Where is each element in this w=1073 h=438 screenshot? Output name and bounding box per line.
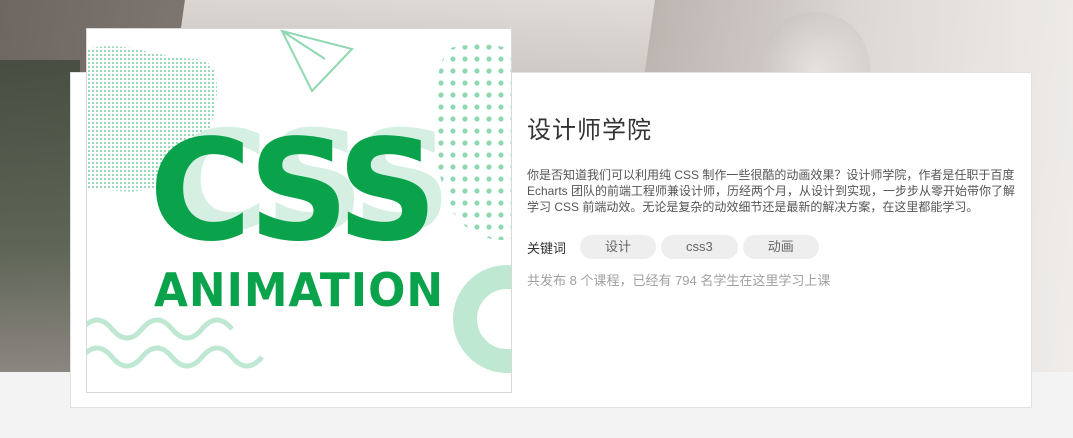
course-description: 你是否知道我们可以利用纯 CSS 制作一些很酷的动画效果？设计师学院，作者是任职… xyxy=(527,168,1016,214)
keyword-tag-animation[interactable]: 动画 xyxy=(742,235,819,259)
keyword-row: 关键词 设计 css3 动画 xyxy=(527,235,1027,259)
paper-plane-icon xyxy=(280,29,354,93)
plant-photo-shape xyxy=(0,60,80,372)
keyword-tag-design[interactable]: 设计 xyxy=(580,235,657,259)
course-stats: 共发布 8 个课程，已经有 794 名学生在这里学习上课 xyxy=(527,273,831,288)
wave-decoration xyxy=(87,317,264,369)
css-headline-text: CSS xyxy=(149,110,432,273)
keyword-tag-css3[interactable]: css3 xyxy=(661,235,738,259)
course-title: 设计师学院 xyxy=(527,117,652,144)
course-info: 设计师学院 你是否知道我们可以利用纯 CSS 制作一些很酷的动画效果？设计师学院… xyxy=(527,110,1027,289)
keywords-label: 关键词 xyxy=(527,240,567,256)
ring-decoration xyxy=(453,265,511,373)
animation-headline-text: ANIMATION xyxy=(154,263,444,317)
css-animation-illustration: CSS CSS ANIMATION xyxy=(87,29,511,373)
course-cover-image[interactable]: CSS CSS ANIMATION xyxy=(86,28,512,393)
